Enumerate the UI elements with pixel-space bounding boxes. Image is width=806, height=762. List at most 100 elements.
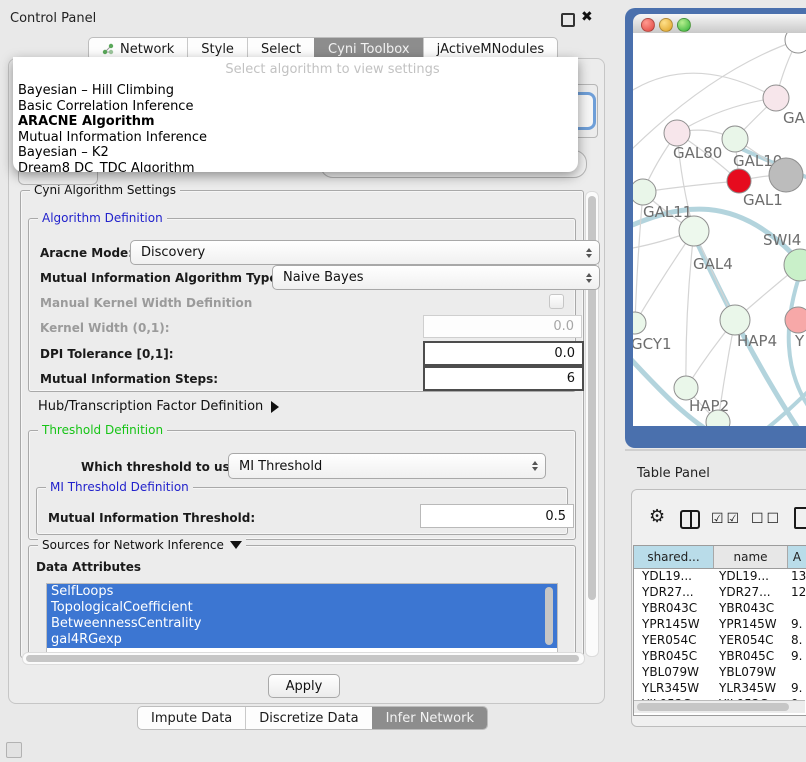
spinner-arrows-icon xyxy=(586,273,592,283)
zoom-traffic-light-icon[interactable] xyxy=(677,18,691,32)
table-cell xyxy=(786,665,806,681)
list-scrollbar-thumb[interactable] xyxy=(545,587,553,645)
node-table: shared... name A YDL19...YDL19...13YDR27… xyxy=(633,545,806,716)
dpi-tolerance-field[interactable]: 0.0 xyxy=(423,341,584,366)
table-row[interactable]: YBL079WYBL079W xyxy=(634,665,806,681)
mi-algorithm-type-value: Naive Bayes xyxy=(283,270,363,285)
attribute-list-item[interactable]: SelfLoops xyxy=(47,584,557,600)
network-node[interactable] xyxy=(720,305,750,335)
columns-icon[interactable] xyxy=(680,510,700,529)
float-window-icon[interactable] xyxy=(561,13,575,27)
network-node-label: GAL1 xyxy=(743,191,783,209)
table-row[interactable]: YBR043CYBR043C xyxy=(634,601,806,617)
network-node[interactable] xyxy=(633,179,656,205)
table-cell: 8. xyxy=(786,633,806,649)
column-header-name[interactable]: name xyxy=(714,546,788,568)
expand-arrow-icon[interactable] xyxy=(271,401,279,413)
bottom-tabbar: Impute Data Discretize Data Infer Network xyxy=(137,706,488,730)
manual-kernel-width-checkbox[interactable] xyxy=(549,294,564,309)
network-node[interactable] xyxy=(679,216,709,246)
close-panel-icon[interactable]: ✖ xyxy=(581,10,593,24)
gear-icon[interactable]: ⚙ xyxy=(649,506,665,527)
network-node[interactable] xyxy=(727,169,751,193)
tab-label: Impute Data xyxy=(151,711,232,726)
table-cell: YLR345W xyxy=(634,681,713,697)
scrollbar-thumb[interactable] xyxy=(26,655,579,662)
table-row[interactable]: YPR145WYPR145W9. xyxy=(634,617,806,633)
network-node[interactable] xyxy=(785,307,806,333)
network-node[interactable] xyxy=(763,85,789,111)
algorithm-option[interactable]: ARACNE Algorithm xyxy=(13,114,578,130)
manual-kernel-width-label: Manual Kernel Width Definition xyxy=(40,296,252,310)
sources-group-title: Sources for Network Inference xyxy=(42,538,224,552)
column-header-third[interactable]: A xyxy=(788,546,806,568)
table-row[interactable]: YDL19...YDL19...13 xyxy=(634,569,806,585)
table-cell: YDL19... xyxy=(634,569,713,585)
tab-label: Style xyxy=(201,42,234,57)
table-cell: YER054C xyxy=(713,633,786,649)
network-node[interactable] xyxy=(633,312,646,334)
network-node[interactable] xyxy=(785,33,806,53)
which-threshold-label: Which threshold to use: xyxy=(81,460,243,474)
table-row[interactable]: YDR27...YDR27...12 xyxy=(634,585,806,601)
hub-definition-expander[interactable]: Hub/Transcription Factor Definition xyxy=(38,399,279,414)
table-row[interactable]: YER054CYER054C8. xyxy=(634,633,806,649)
mi-threshold-field[interactable]: 0.5 xyxy=(420,504,574,528)
document-icon[interactable] xyxy=(794,507,806,529)
dpi-tolerance-label: DPI Tolerance [0,1]: xyxy=(40,347,174,361)
mi-algorithm-type-label: Mutual Information Algorithm Type: xyxy=(40,271,282,285)
data-attributes-list[interactable]: SelfLoopsTopologicalCoefficientBetweenne… xyxy=(46,583,558,653)
which-threshold-select[interactable]: MI Threshold xyxy=(228,453,546,479)
network-node[interactable] xyxy=(784,249,806,281)
network-node[interactable] xyxy=(722,126,748,152)
control-panel-title: Control Panel xyxy=(10,11,96,26)
settings-horizontal-scrollbar[interactable] xyxy=(22,652,585,665)
table-cell: 9. xyxy=(786,681,806,697)
table-row[interactable]: YLR345WYLR345W9. xyxy=(634,681,806,697)
attribute-list-item[interactable]: TopologicalCoefficient xyxy=(47,600,557,616)
minimize-traffic-light-icon[interactable] xyxy=(659,18,673,32)
mi-steps-field[interactable]: 6 xyxy=(423,366,584,391)
table-cell: YBR045C xyxy=(634,649,713,665)
table-horizontal-scrollbar[interactable] xyxy=(634,700,805,713)
deselect-all-checkboxes-icon[interactable]: ☐☐ xyxy=(751,511,782,527)
network-node-label: GAL11 xyxy=(643,203,692,221)
attribute-list-item[interactable]: BetweennessCentrality xyxy=(47,616,557,632)
algorithm-option[interactable]: Basic Correlation Inference xyxy=(13,99,578,115)
table-row[interactable]: YBR045CYBR045C9. xyxy=(634,649,806,665)
network-node-label: HAP4 xyxy=(737,332,777,350)
network-tab-icon xyxy=(102,43,114,55)
split-divider[interactable] xyxy=(625,449,806,451)
collapsed-panel-icon[interactable] xyxy=(6,742,22,758)
algorithm-option[interactable]: Bayesian – Hill Climbing xyxy=(13,83,578,99)
tab-infer-network[interactable]: Infer Network xyxy=(372,707,487,729)
network-node[interactable] xyxy=(664,120,690,146)
mi-algorithm-type-select[interactable]: Naive Bayes xyxy=(272,265,600,290)
algorithm-dropdown-popup: Select algorithm to view settings Bayesi… xyxy=(13,57,578,172)
scrollbar-thumb[interactable] xyxy=(637,703,789,711)
spinner-arrows-icon xyxy=(586,248,592,258)
apply-button[interactable]: Apply xyxy=(268,674,340,698)
table-cell: YPR145W xyxy=(634,617,713,633)
select-all-checkboxes-icon[interactable]: ☑☑ xyxy=(711,511,742,527)
tab-impute-data[interactable]: Impute Data xyxy=(138,707,245,729)
network-node[interactable] xyxy=(769,158,803,192)
threshold-definition-title: Threshold Definition xyxy=(38,423,167,437)
tab-label: Infer Network xyxy=(386,711,474,726)
column-header-shared-name[interactable]: shared... xyxy=(634,546,714,568)
collapse-arrow-icon[interactable] xyxy=(230,541,242,549)
algorithm-option[interactable]: Bayesian – K2 xyxy=(13,145,578,161)
tab-discretize-data[interactable]: Discretize Data xyxy=(245,707,371,729)
cyni-settings-group-title: Cyni Algorithm Settings xyxy=(30,183,180,197)
kernel-width-field[interactable]: 0.0 xyxy=(423,315,582,338)
aracne-mode-select[interactable]: Discovery xyxy=(130,240,600,265)
table-cell: 12 xyxy=(786,585,806,601)
network-node-label: GAL xyxy=(783,109,806,127)
algorithm-option[interactable]: Dream8 DC_TDC Algorithm xyxy=(13,161,578,173)
attribute-list-item[interactable]: gal4RGexp xyxy=(47,632,557,648)
network-canvas[interactable]: GALGAL80GAL10GAL1GAL11GAL4SWI4HAP4YGCY1H… xyxy=(633,33,806,426)
algorithm-option[interactable]: Mutual Information Inference xyxy=(13,130,578,146)
aracne-mode-label: Aracne Mode: xyxy=(40,246,133,260)
kernel-width-label: Kernel Width (0,1): xyxy=(40,321,170,335)
close-traffic-light-icon[interactable] xyxy=(641,18,655,32)
